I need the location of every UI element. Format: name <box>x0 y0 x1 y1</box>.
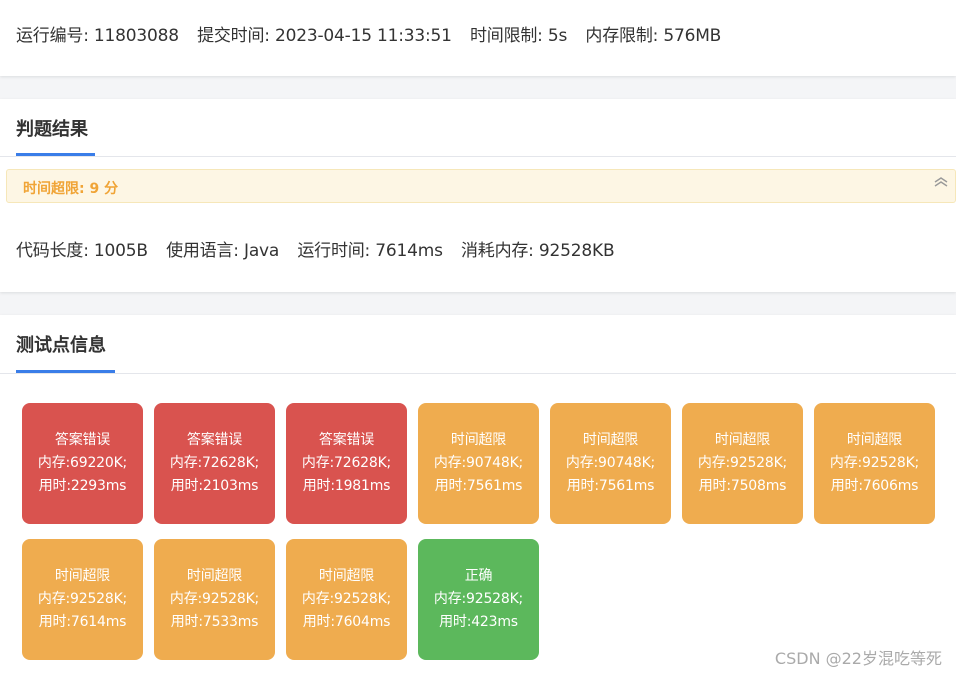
submit-time: 提交时间: 2023-04-15 11:33:51 <box>197 26 452 46</box>
memory-limit: 内存限制: 576MB <box>585 26 722 46</box>
run-id: 运行编号: 11803088 <box>16 26 179 46</box>
memory-usage: 消耗内存: 92528KB <box>460 241 615 261</box>
test-case-status: 答案错误 <box>318 432 375 448</box>
test-case-time: 用时:2293ms <box>38 478 127 494</box>
test-case-status: 答案错误 <box>186 432 243 448</box>
verdict-text: 时间超限: 9 分 <box>23 181 119 197</box>
language: 使用语言: Java <box>166 241 280 261</box>
test-case-memory: 内存:90748K; <box>433 455 524 471</box>
test-case-status: 答案错误 <box>54 432 111 448</box>
test-case-status: 时间超限 <box>846 432 903 448</box>
test-case-status: 时间超限 <box>54 568 111 584</box>
test-case-status: 时间超限 <box>450 432 507 448</box>
test-case-memory: 内存:69220K; <box>37 455 128 471</box>
test-case-time: 用时:7604ms <box>302 614 391 630</box>
test-case-tile[interactable]: 时间超限内存:92528K; 用时:7533ms <box>154 539 275 660</box>
test-points-title: 测试点信息 <box>16 335 106 356</box>
test-points-card: 测试点信息 答案错误内存:69220K; 用时:2293ms 答案错误内存:7262… <box>0 315 956 677</box>
test-case-memory: 内存:72628K; <box>301 455 392 471</box>
test-case-memory: 内存:72628K; <box>169 455 260 471</box>
test-case-status: 正确 <box>464 568 493 584</box>
submission-summary-card: 运行编号: 11803088 提交时间: 2023-04-15 11:33:51… <box>0 0 956 76</box>
test-case-time: 用时:7508ms <box>698 478 787 494</box>
tests-divider <box>0 373 956 374</box>
watermark: CSDN @22岁混吃等死 <box>774 649 942 668</box>
submission-meta: 运行编号: 11803088 提交时间: 2023-04-15 11:33:51… <box>16 21 734 46</box>
test-case-time: 用时:2103ms <box>170 478 259 494</box>
test-case-tile[interactable]: 答案错误内存:72628K; 用时:2103ms <box>154 403 275 524</box>
test-case-memory: 内存:92528K; <box>829 455 920 471</box>
test-case-time: 用时:423ms <box>439 614 518 630</box>
test-case-tile[interactable]: 时间超限内存:90748K; 用时:7561ms <box>418 403 539 524</box>
test-case-status: 时间超限 <box>318 568 375 584</box>
judge-result-card: 判题结果 时间超限: 9 分 代码长度: 1005B 使用语言: Java 运行… <box>0 99 956 292</box>
test-case-status: 时间超限 <box>186 568 243 584</box>
test-case-tile[interactable]: 答案错误内存:72628K; 用时:1981ms <box>286 403 407 524</box>
test-case-tile[interactable]: 答案错误内存:69220K; 用时:2293ms <box>22 403 143 524</box>
test-case-time: 用时:1981ms <box>302 478 391 494</box>
test-case-time: 用时:7533ms <box>170 614 259 630</box>
test-case-memory: 内存:92528K; <box>301 591 392 607</box>
collapse-chevron-icon[interactable] <box>933 176 949 191</box>
test-case-tile[interactable]: 时间超限内存:92528K; 用时:7508ms <box>682 403 803 524</box>
judge-result-title: 判题结果 <box>16 119 88 140</box>
test-case-memory: 内存:92528K; <box>37 591 128 607</box>
run-time: 运行时间: 7614ms <box>297 241 443 261</box>
test-case-time: 用时:7614ms <box>38 614 127 630</box>
test-case-tile[interactable]: 时间超限内存:90748K; 用时:7561ms <box>550 403 671 524</box>
test-case-tile[interactable]: 时间超限内存:92528K; 用时:7614ms <box>22 539 143 660</box>
test-case-tile[interactable]: 时间超限内存:92528K; 用时:7604ms <box>286 539 407 660</box>
run-stats: 代码长度: 1005B 使用语言: Java 运行时间: 7614ms 消耗内存… <box>16 236 627 261</box>
test-case-memory: 内存:92528K; <box>697 455 788 471</box>
test-case-tile[interactable]: 正确内存:92528K; 用时:423ms <box>418 539 539 660</box>
test-case-memory: 内存:92528K; <box>433 591 524 607</box>
test-case-memory: 内存:90748K; <box>565 455 656 471</box>
test-case-tile[interactable]: 时间超限内存:92528K; 用时:7606ms <box>814 403 935 524</box>
verdict-alert[interactable]: 时间超限: 9 分 <box>6 169 956 203</box>
code-length: 代码长度: 1005B <box>16 241 148 261</box>
test-case-status: 时间超限 <box>714 432 771 448</box>
test-case-status: 时间超限 <box>582 432 639 448</box>
judge-divider <box>0 156 956 157</box>
test-case-time: 用时:7606ms <box>830 478 919 494</box>
time-limit: 时间限制: 5s <box>469 26 568 46</box>
test-case-time: 用时:7561ms <box>434 478 523 494</box>
test-case-time: 用时:7561ms <box>566 478 655 494</box>
test-case-memory: 内存:92528K; <box>169 591 260 607</box>
